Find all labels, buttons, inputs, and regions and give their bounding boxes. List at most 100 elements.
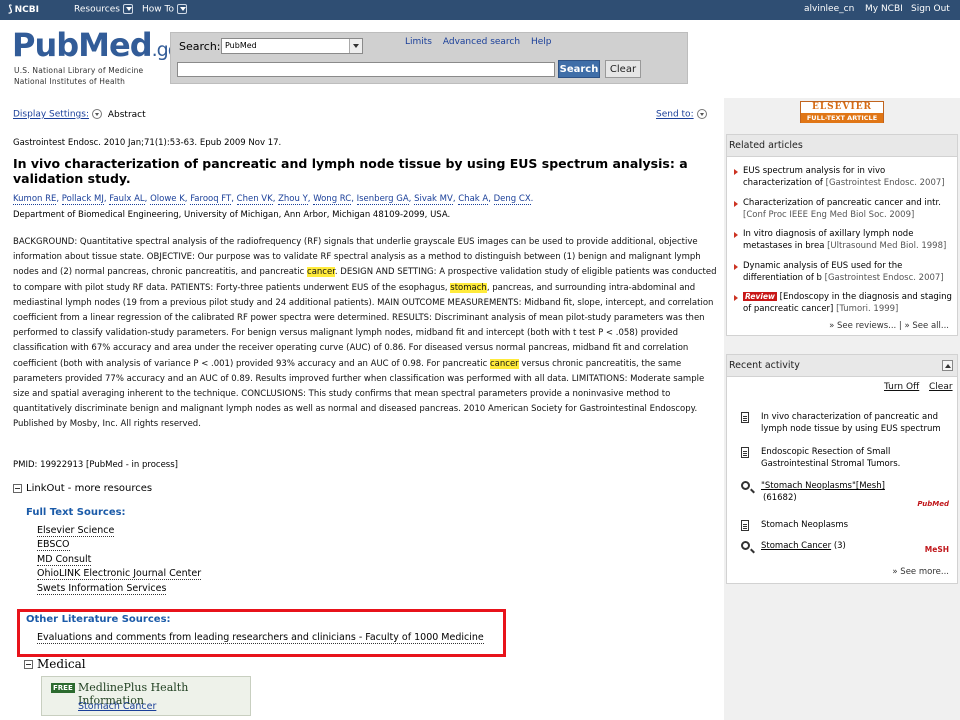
pmid: PMID: 19922913 [PubMed - in process] [13, 460, 178, 470]
see-reviews-links[interactable]: » See reviews... | » See all... [829, 321, 949, 331]
ncbi-top-bar: ⟆ NCBI Resources How To alvinlee_cn My NC… [0, 0, 960, 20]
author-link[interactable]: Pollack MJ [61, 194, 104, 205]
related-source: [Tumori. 1999] [836, 304, 899, 314]
author-link[interactable]: Wong RC [313, 194, 352, 205]
display-format-value: Abstract [107, 109, 146, 120]
username: alvinlee_cn [804, 4, 855, 14]
database-select[interactable]: PubMed [221, 38, 363, 54]
list-item[interactable]: EBSCO [37, 538, 201, 552]
document-icon [741, 412, 749, 423]
author-link[interactable]: Faulx AL [109, 194, 145, 205]
recent-item[interactable]: In vivo characterization of pancreatic a… [741, 411, 955, 435]
collapse-icon[interactable] [13, 483, 22, 493]
recent-item[interactable]: Stomach Neoplasms [741, 519, 955, 531]
author-link[interactable]: Isenberg GA [356, 194, 409, 205]
search-button[interactable]: Search [558, 60, 600, 78]
source-link[interactable]: Swets Information Services [37, 582, 167, 595]
chevron-down-icon[interactable] [91, 109, 102, 119]
nlm-subtitle: U.S. National Library of Medicine [14, 66, 144, 75]
source-link[interactable]: EBSCO [37, 539, 70, 552]
source-link[interactable]: MD Consult [37, 553, 92, 566]
related-article[interactable]: EUS spectrum analysis for in vivo charac… [731, 165, 955, 189]
abstract-part: versus chronic pancreatitis, the same pa… [13, 358, 705, 430]
pubmed-header: PubMed.gov U.S. National Library of Medi… [0, 20, 960, 98]
turn-off-link[interactable]: Turn Off [884, 382, 919, 392]
highlighted-term: cancer [307, 267, 335, 278]
recent-activity-heading: Recent activity [727, 355, 957, 377]
linkout-toggle[interactable]: LinkOut - more resources [13, 483, 152, 494]
citation: Gastrointest Endosc. 2010 Jan;71(1):53-6… [13, 138, 282, 148]
other-literature-sources-list: Evaluations and comments from leading re… [37, 631, 484, 645]
list-item[interactable]: OhioLINK Electronic Journal Center [37, 567, 202, 581]
recent-item-text[interactable]: Endoscopic Resection of Small Gastrointe… [761, 446, 955, 470]
related-article[interactable]: Characterization of pancreatic cancer an… [731, 197, 955, 221]
logo-pub: Pub [12, 26, 79, 64]
my-ncbi-link[interactable]: My NCBI [865, 4, 903, 14]
related-article[interactable]: In vitro diagnosis of axillary lymph nod… [731, 228, 955, 252]
howto-menu[interactable]: How To [142, 4, 187, 15]
clear-link[interactable]: Clear [929, 382, 953, 392]
list-item[interactable]: Swets Information Services [37, 582, 201, 596]
full-text-sources-heading: Full Text Sources: [26, 507, 126, 518]
clear-button[interactable]: Clear [605, 60, 641, 78]
source-link[interactable]: OhioLINK Electronic Journal Center [37, 568, 202, 581]
advanced-search-link[interactable]: Advanced search [443, 37, 520, 47]
source-link[interactable]: Elsevier Science [37, 525, 115, 537]
search-icon [741, 541, 750, 550]
elsevier-full-text-button[interactable]: ELSEVIER FULL-TEXT ARTICLE [800, 101, 884, 123]
search-label: Search: [179, 40, 221, 53]
author-link[interactable]: Sivak MV [414, 194, 453, 205]
ncbi-logo[interactable]: ⟆ NCBI [8, 4, 39, 15]
recent-item[interactable]: Stomach Cancer (3) [741, 540, 955, 552]
article-title: In vivo characterization of pancreatic a… [13, 156, 688, 186]
search-icon [741, 481, 750, 490]
elsevier-logo-text: ELSEVIER [811, 102, 873, 112]
related-source: [Gastrointest Endosc. 2007] [824, 273, 944, 283]
source-link[interactable]: Evaluations and comments from leading re… [37, 632, 484, 644]
collapse-up-icon[interactable] [942, 360, 953, 371]
recent-search-link[interactable]: Stomach Cancer [761, 541, 831, 551]
arrow-bullet-icon [734, 295, 738, 301]
logo-med: Med [78, 26, 152, 64]
arrow-bullet-icon [734, 169, 738, 175]
howto-label: How To [142, 4, 174, 15]
author-link[interactable]: Chak A [458, 194, 489, 205]
related-article[interactable]: Dynamic analysis of EUS used for the dif… [731, 260, 955, 284]
sign-out-link[interactable]: Sign Out [911, 4, 950, 14]
other-literature-sources-heading: Other Literature Sources: [26, 614, 171, 625]
display-settings-link[interactable]: Display Settings: [13, 110, 89, 120]
arrow-bullet-icon [734, 264, 738, 270]
recent-item-text[interactable]: In vivo characterization of pancreatic a… [761, 411, 955, 435]
resources-menu[interactable]: Resources [74, 4, 133, 15]
related-source: [Ultrasound Med Biol. 1998] [827, 241, 947, 251]
author-link[interactable]: Deng CX [493, 194, 531, 205]
stomach-cancer-link[interactable]: Stomach Cancer [78, 701, 156, 712]
recent-item[interactable]: Endoscopic Resection of Small Gastrointe… [741, 446, 955, 470]
list-item[interactable]: MD Consult [37, 553, 201, 567]
related-title[interactable]: Characterization of pancreatic cancer an… [743, 198, 941, 208]
see-more-link[interactable]: » See more... [892, 567, 949, 577]
author-link[interactable]: Kumon RE [13, 194, 57, 205]
chevron-down-icon[interactable] [696, 109, 707, 119]
limits-link[interactable]: Limits [405, 37, 432, 47]
list-item[interactable]: Evaluations and comments from leading re… [37, 631, 484, 645]
recent-search-link[interactable]: "Stomach Neoplasms"[Mesh] [761, 480, 955, 492]
collapse-icon[interactable] [24, 660, 33, 669]
related-article[interactable]: Review [Endoscopy in the diagnosis and s… [731, 291, 955, 315]
database-select-value: PubMed [225, 41, 257, 50]
author-link[interactable]: Farooq FT [190, 194, 232, 205]
author-link[interactable]: Chen VK [236, 194, 273, 205]
search-input[interactable] [177, 62, 555, 77]
chevron-down-icon [176, 4, 187, 14]
medical-toggle[interactable]: Medical [24, 657, 86, 671]
list-item[interactable]: Elsevier Science [37, 524, 201, 538]
send-to-link[interactable]: Send to: [656, 110, 694, 120]
pubmed-logo[interactable]: PubMed.gov [12, 26, 190, 64]
author-link[interactable]: Olowe K [150, 194, 185, 205]
affiliation: Department of Biomedical Engineering, Un… [13, 210, 451, 220]
recent-item-text[interactable]: Stomach Neoplasms [761, 519, 955, 531]
help-link[interactable]: Help [531, 37, 552, 47]
author-link[interactable]: Zhou Y [278, 194, 308, 205]
full-text-sources-list: Elsevier Science EBSCO MD Consult OhioLI… [37, 524, 202, 596]
highlighted-term: stomach [450, 282, 487, 293]
